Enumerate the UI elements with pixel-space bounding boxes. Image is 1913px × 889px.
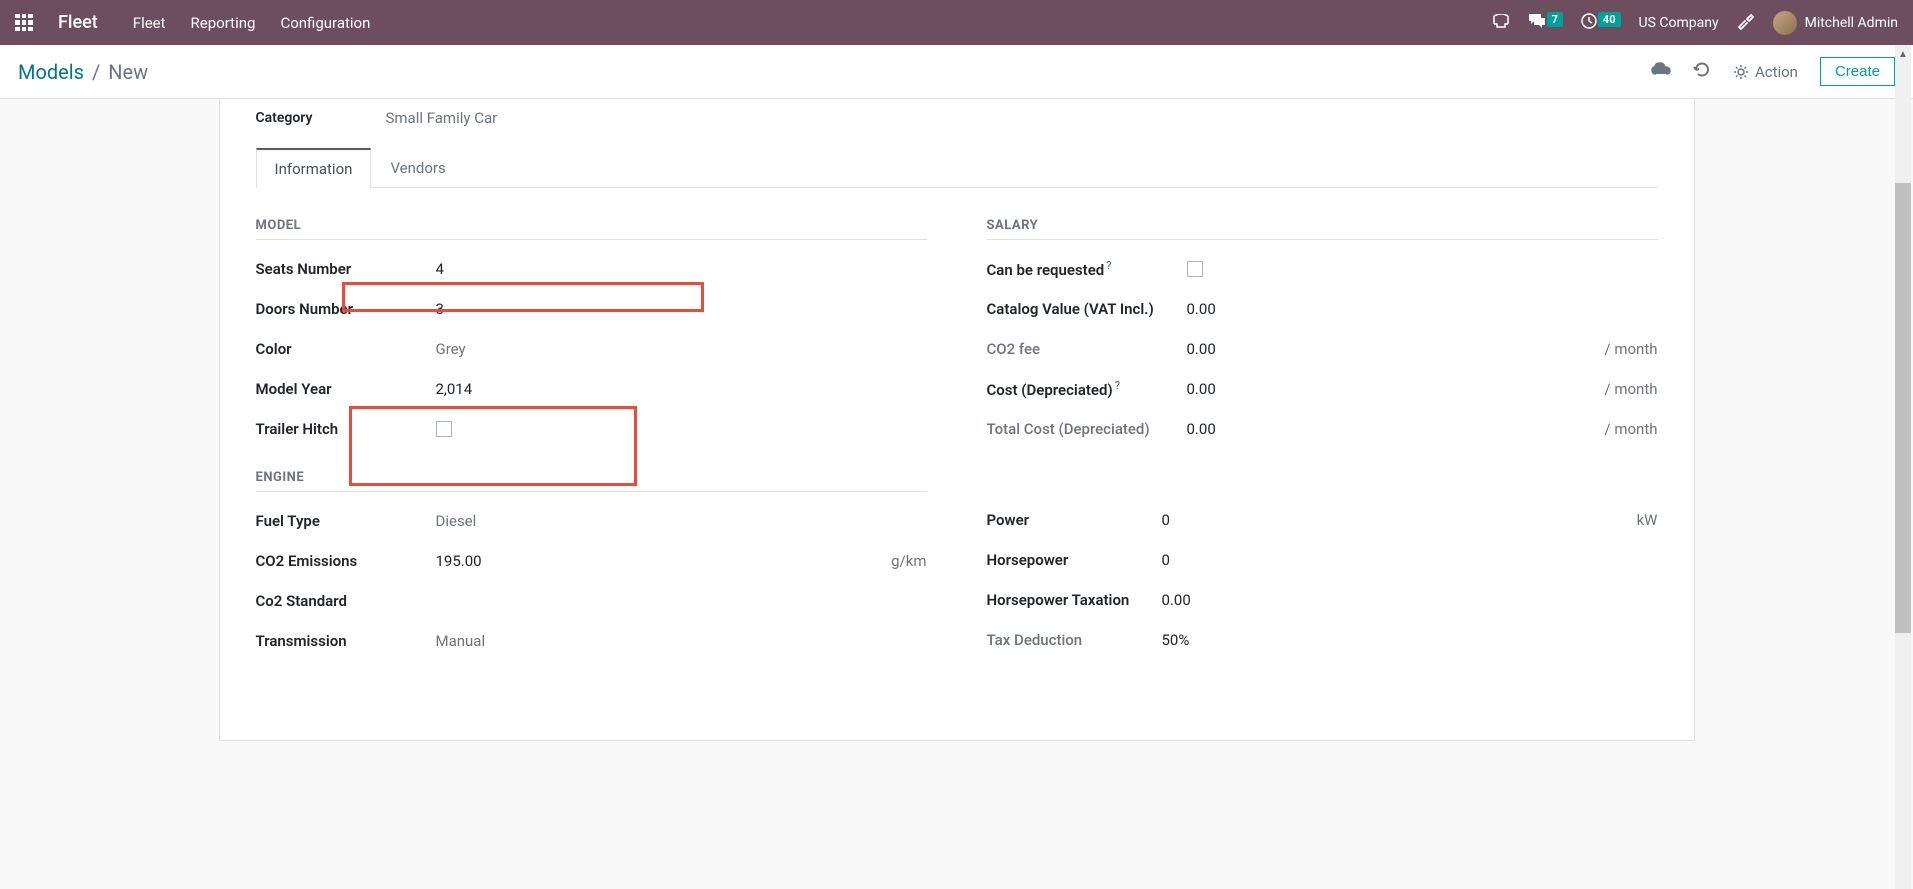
scrollbar[interactable]: ▲ <box>1895 45 1911 889</box>
scroll-thumb[interactable] <box>1895 183 1911 633</box>
total-label: Total Cost (Depreciated) <box>987 420 1187 438</box>
seats-value[interactable]: 4 <box>436 260 927 278</box>
hp-value[interactable]: 0 <box>1162 551 1658 569</box>
section-salary: SALARY <box>987 218 1658 240</box>
tabs: Information Vendors <box>256 147 1658 188</box>
hp-label: Horsepower <box>987 551 1162 569</box>
form-col-right: SALARY Can be requested? Catalog Value (… <box>987 218 1658 670</box>
help-icon[interactable]: ? <box>1115 379 1120 392</box>
co2fee-value: 0.00 <box>1187 340 1605 358</box>
category-value[interactable]: Small Family Car <box>386 109 498 127</box>
fuel-label: Fuel Type <box>256 512 436 530</box>
fuel-value[interactable]: Diesel <box>436 512 927 530</box>
hptax-label: Horsepower Taxation <box>987 591 1162 609</box>
messages-icon[interactable]: 7 <box>1528 13 1563 33</box>
costdep-label: Cost (Depreciated)? <box>987 379 1187 399</box>
section-engine: ENGINE <box>256 470 927 492</box>
breadcrumb-root[interactable]: Models <box>18 60 84 84</box>
breadcrumb: Models / New <box>18 60 148 84</box>
activities-icon[interactable]: 40 <box>1581 13 1621 33</box>
trailer-label: Trailer Hitch <box>256 420 436 438</box>
tab-information[interactable]: Information <box>256 148 372 188</box>
catalog-label: Catalog Value (VAT Incl.) <box>987 300 1187 318</box>
form-content: MODEL Seats Number4 Doors Number3 ColorG… <box>256 188 1658 700</box>
menu-reporting[interactable]: Reporting <box>191 14 256 32</box>
power-unit: kW <box>1637 511 1658 529</box>
co2-unit: g/km <box>891 552 926 570</box>
topbar: Fleet Fleet Reporting Configuration 7 40… <box>0 0 1913 45</box>
taxded-label: Tax Deduction <box>987 631 1162 649</box>
controlbar: Models / New Action Create <box>0 45 1913 99</box>
form-col-left: MODEL Seats Number4 Doors Number3 ColorG… <box>256 218 927 670</box>
co2fee-unit: / month <box>1604 340 1657 358</box>
form-sheet: Category Small Family Car Information Ve… <box>219 99 1695 741</box>
breadcrumb-sep: / <box>92 60 100 84</box>
topbar-right: 7 40 US Company Mitchell Admin <box>1492 11 1898 35</box>
company-switcher[interactable]: US Company <box>1639 15 1719 31</box>
avatar <box>1773 11 1797 35</box>
category-row: Category Small Family Car <box>256 109 1658 127</box>
cloud-upload-icon[interactable] <box>1651 62 1671 82</box>
canreq-label: Can be requested? <box>987 259 1167 279</box>
controlbar-right: Action Create <box>1651 57 1895 86</box>
trans-label: Transmission <box>256 632 436 650</box>
scroll-up-icon[interactable]: ▲ <box>1895 45 1911 63</box>
tray-icon[interactable] <box>1492 13 1510 32</box>
user-name: Mitchell Admin <box>1805 15 1898 31</box>
gear-icon <box>1733 64 1749 80</box>
action-label: Action <box>1755 63 1798 81</box>
category-label: Category <box>256 110 386 126</box>
color-label: Color <box>256 340 436 358</box>
app-title: Fleet <box>58 12 98 33</box>
model-year-label: Model Year <box>256 380 436 398</box>
total-unit: / month <box>1604 420 1657 438</box>
co2-label: CO2 Emissions <box>256 552 436 570</box>
hptax-value[interactable]: 0.00 <box>1162 591 1658 609</box>
messages-badge: 7 <box>1547 12 1563 27</box>
help-icon[interactable]: ? <box>1106 259 1111 272</box>
breadcrumb-current: New <box>108 60 148 84</box>
menu-configuration[interactable]: Configuration <box>280 14 370 32</box>
tab-vendors[interactable]: Vendors <box>371 148 464 188</box>
user-menu[interactable]: Mitchell Admin <box>1773 11 1898 35</box>
model-year-value[interactable]: 2,014 <box>436 380 927 398</box>
seats-label: Seats Number <box>256 260 436 278</box>
topbar-left: Fleet Fleet Reporting Configuration <box>15 12 370 33</box>
catalog-value[interactable]: 0.00 <box>1187 300 1658 318</box>
discard-icon[interactable] <box>1693 61 1711 83</box>
create-button[interactable]: Create <box>1820 57 1895 86</box>
co2fee-label: CO2 fee <box>987 340 1187 358</box>
costdep-value[interactable]: 0.00 <box>1187 380 1605 398</box>
taxded-value: 50% <box>1162 631 1658 649</box>
co2std-label: Co2 Standard <box>256 592 436 610</box>
color-value[interactable]: Grey <box>436 340 927 358</box>
trailer-checkbox[interactable] <box>436 421 452 437</box>
debug-icon[interactable] <box>1737 12 1755 34</box>
canreq-checkbox[interactable] <box>1187 261 1203 277</box>
doors-value[interactable]: 3 <box>436 300 927 318</box>
power-value[interactable]: 0 <box>1162 511 1637 529</box>
topbar-menu: Fleet Reporting Configuration <box>133 14 371 32</box>
trans-value[interactable]: Manual <box>436 632 927 650</box>
costdep-unit: / month <box>1604 380 1657 398</box>
power-label: Power <box>987 511 1162 529</box>
section-model: MODEL <box>256 218 927 240</box>
total-value: 0.00 <box>1187 420 1605 438</box>
menu-fleet[interactable]: Fleet <box>133 14 166 32</box>
action-button[interactable]: Action <box>1733 63 1798 81</box>
doors-label: Doors Number <box>256 300 436 318</box>
co2-value[interactable]: 195.00 <box>436 552 892 570</box>
apps-icon[interactable] <box>15 14 33 32</box>
activities-badge: 40 <box>1598 12 1621 27</box>
